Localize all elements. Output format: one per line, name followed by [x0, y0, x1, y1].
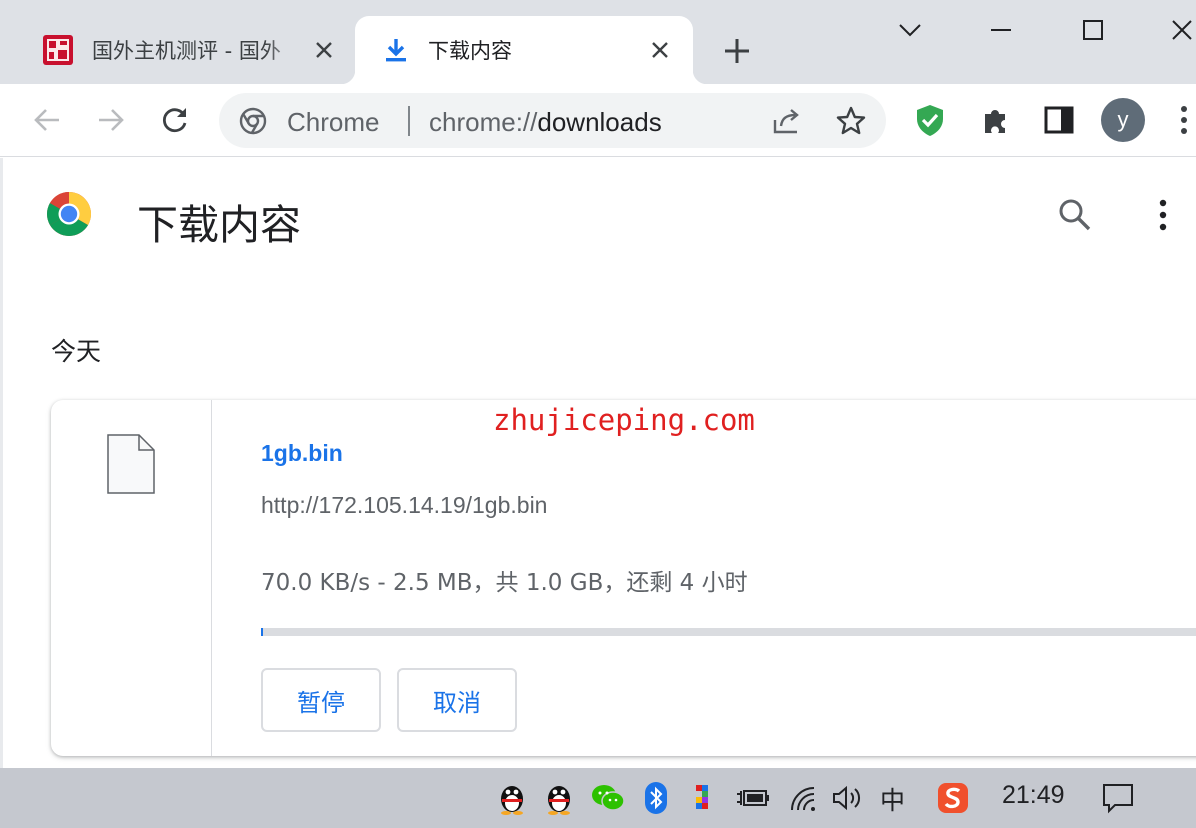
address-bar[interactable]: Chrome chrome://downloads [219, 93, 886, 148]
tab-downloads[interactable]: 下载内容 [341, 16, 707, 84]
wifi-icon[interactable] [783, 778, 823, 818]
puzzle-extensions-icon[interactable] [978, 103, 1012, 137]
browser-toolbar: Chrome chrome://downloads y [0, 84, 1196, 157]
url-host: downloads [537, 107, 662, 137]
download-status: 70.0 KB/s - 2.5 MB，共 1.0 GB，还剩 4 小时 [261, 570, 748, 596]
file-icon-column [51, 400, 212, 756]
forward-arrow-icon[interactable] [94, 103, 128, 137]
new-tab-button[interactable] [720, 34, 754, 68]
pause-button[interactable]: 暂停 [261, 668, 381, 732]
omnibox-chip-label: Chrome [287, 107, 380, 137]
notification-icon[interactable] [1098, 778, 1138, 818]
qq-penguin-icon[interactable] [492, 778, 532, 818]
search-icon[interactable] [1056, 196, 1094, 234]
cancel-button[interactable]: 取消 [397, 668, 517, 732]
tab-strip: 国外主机测评 - 国外 下载内容 [0, 0, 1196, 84]
download-progress-fill [261, 628, 264, 636]
window-edge [0, 158, 3, 768]
page-title: 下载内容 [137, 201, 301, 249]
bluetooth-icon[interactable] [636, 778, 676, 818]
side-panel-icon[interactable] [1042, 103, 1076, 137]
date-heading: 今天 [51, 337, 102, 366]
file-source-url[interactable]: http://172.105.14.19/1gb.bin [261, 492, 547, 519]
qq-penguin-icon[interactable] [539, 778, 579, 818]
close-icon[interactable] [312, 38, 336, 62]
downloads-page: 下载内容 今天 1gb.bin http://172.105.14.19/1gb… [0, 158, 1196, 768]
taskbar: 中 21:49 [0, 768, 1196, 828]
watermark-text: zhujiceping.com [493, 403, 755, 437]
download-progress-bar [261, 628, 1196, 636]
close-icon[interactable] [648, 38, 672, 62]
reload-icon[interactable] [158, 103, 192, 137]
battery-plug-icon[interactable] [733, 778, 773, 818]
download-icon [383, 37, 409, 63]
url-text[interactable]: chrome://downloads [429, 107, 662, 138]
back-arrow-icon[interactable] [30, 103, 64, 137]
more-vert-icon[interactable] [1172, 103, 1196, 137]
more-vert-icon[interactable] [1148, 196, 1178, 234]
omnibox-divider [408, 106, 410, 136]
ime-indicator[interactable]: 中 [880, 781, 905, 817]
wechat-icon[interactable] [588, 778, 628, 818]
tab-title: 下载内容 [428, 39, 512, 63]
file-name-link[interactable]: 1gb.bin [261, 440, 343, 467]
tab-search-chevron-down-icon[interactable] [890, 10, 930, 50]
maximize-icon[interactable] [1073, 10, 1113, 50]
share-icon[interactable] [770, 104, 804, 138]
tab-title: 国外主机测评 - 国外 [92, 39, 281, 63]
profile-avatar[interactable]: y [1101, 98, 1145, 142]
volume-icon[interactable] [827, 778, 867, 818]
url-scheme: chrome:// [429, 107, 538, 137]
site-favicon-icon [42, 34, 74, 66]
sogou-input-icon[interactable] [933, 778, 973, 818]
minimize-icon[interactable] [981, 10, 1021, 50]
chrome-icon [239, 107, 267, 135]
window-close-icon[interactable] [1162, 10, 1196, 50]
clock-time[interactable]: 21:49 [1002, 781, 1065, 810]
file-icon [107, 434, 155, 494]
tab-site[interactable]: 国外主机测评 - 国外 [26, 16, 354, 84]
shield-extension-icon[interactable] [913, 103, 947, 137]
color-grid-app-icon[interactable] [685, 778, 725, 818]
download-item-card: 1gb.bin http://172.105.14.19/1gb.bin 70.… [51, 400, 1196, 756]
chrome-logo-icon [46, 191, 92, 237]
star-bookmark-icon[interactable] [834, 104, 868, 138]
